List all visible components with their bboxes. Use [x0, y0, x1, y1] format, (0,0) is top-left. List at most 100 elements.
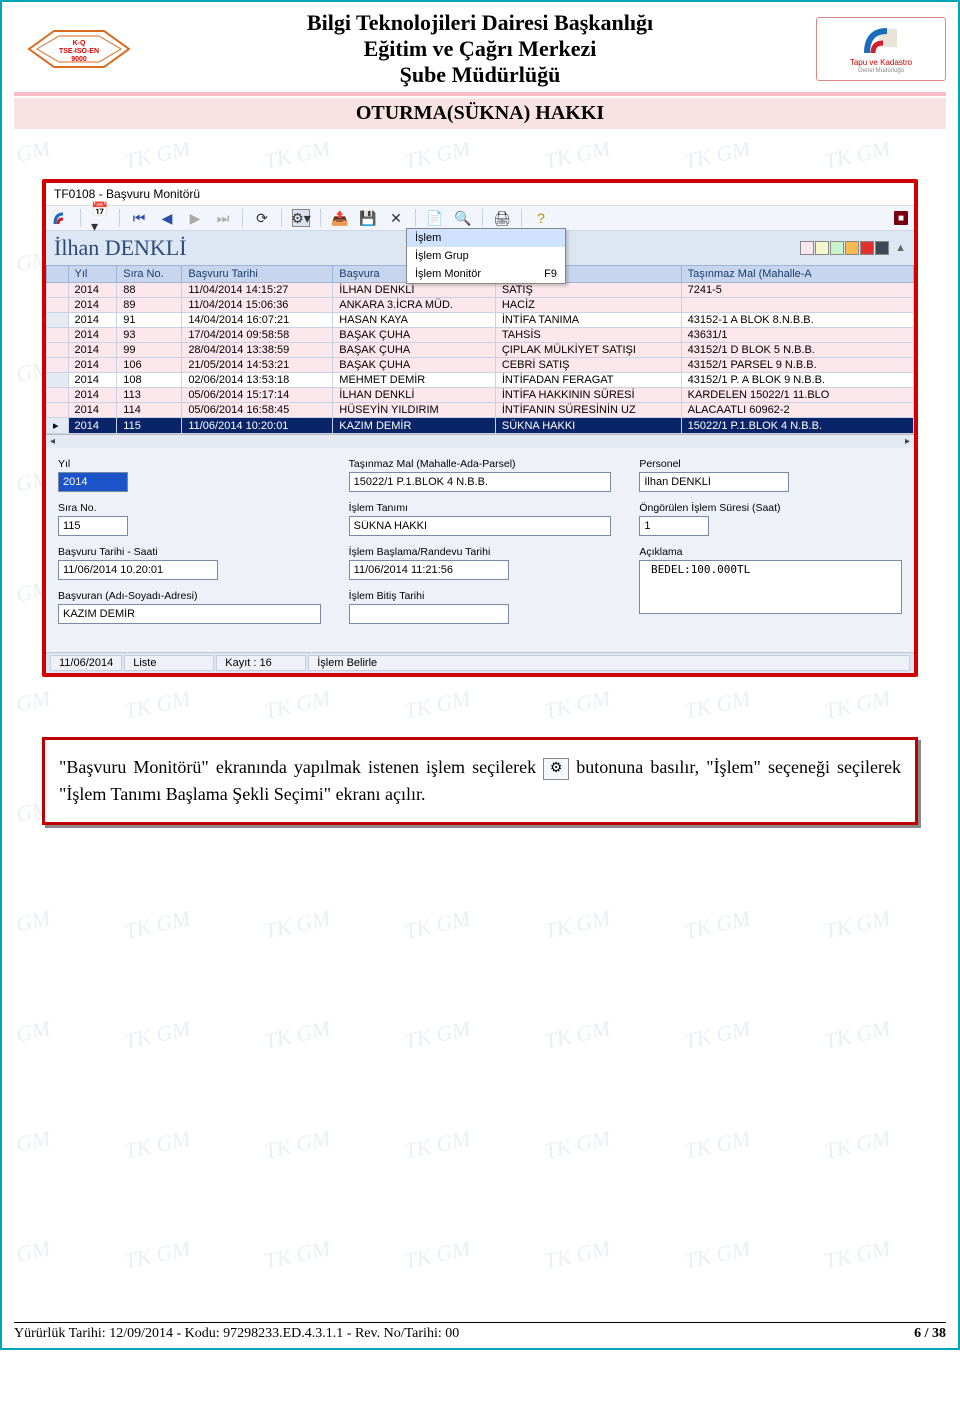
- palette-swatch[interactable]: [845, 241, 859, 255]
- sira-field[interactable]: [58, 516, 128, 536]
- cell-tarih: 14/04/2014 16:07:21: [182, 313, 333, 328]
- cell-basv: HÜSEYİN YILDIRIM: [333, 403, 496, 418]
- bitis-field[interactable]: [349, 604, 509, 624]
- table-row[interactable]: 20148911/04/2014 15:06:36ANKARA 3.İCRA M…: [47, 298, 914, 313]
- basvuran-label: Başvuran (Adı-Soyadı-Adresi): [58, 590, 321, 602]
- toolbar-sep: [119, 209, 120, 227]
- palette-swatch[interactable]: [815, 241, 829, 255]
- nav-prev-icon[interactable]: ◀: [158, 209, 176, 227]
- menu-item-islem[interactable]: İşlem: [407, 229, 565, 247]
- basv-tarih-field[interactable]: [58, 560, 218, 580]
- cell-mal: 7241-5: [681, 283, 913, 298]
- cell-tanim: ÇIPLAK MÜLKİYET SATIŞI: [495, 343, 681, 358]
- gear-icon[interactable]: ⚙▾: [292, 209, 310, 227]
- table-row[interactable]: 201411305/06/2014 15:17:14İLHAN DENKLİİN…: [47, 388, 914, 403]
- col-header[interactable]: Yıl: [68, 266, 117, 283]
- col-header[interactable]: Sıra No.: [117, 266, 182, 283]
- cell-mal: 43631/1: [681, 328, 913, 343]
- personel-field[interactable]: [639, 472, 789, 492]
- hscroll[interactable]: ◂▸: [46, 434, 914, 448]
- cell-tarih: 05/06/2014 15:17:14: [182, 388, 333, 403]
- cell-basv: ANKARA 3.İCRA MÜD.: [333, 298, 496, 313]
- page-header: K-Q TSE-ISO-EN 9000 Bilgi Teknolojileri …: [14, 10, 946, 96]
- personel-label: Personel: [639, 458, 902, 470]
- footer-left: Yürürlük Tarihi: 12/09/2014 - Kodu: 9729…: [14, 1326, 459, 1342]
- cell-yil: 2014: [68, 343, 117, 358]
- cell-tarih: 11/04/2014 15:06:36: [182, 298, 333, 313]
- col-header[interactable]: Başvuru Tarihi: [182, 266, 333, 283]
- palette-swatch[interactable]: [830, 241, 844, 255]
- cell-yil: 2014: [68, 328, 117, 343]
- cell-yil: 2014: [68, 403, 117, 418]
- nav-last-icon[interactable]: ⏭: [214, 209, 232, 227]
- table-row[interactable]: 201410621/05/2014 14:53:21BAŞAK ÇUHACEBR…: [47, 358, 914, 373]
- toolbar: 📅▾ ⏮ ◀ ▶ ⏭ ⟳ ⚙▾ 📤 💾 ✕ 📄 🔍 🖨: [46, 206, 914, 231]
- cell-basv: BAŞAK ÇUHA: [333, 358, 496, 373]
- refresh-icon[interactable]: ⟳: [253, 209, 271, 227]
- sure-field[interactable]: [639, 516, 709, 536]
- cell-tarih: 28/04/2014 13:38:59: [182, 343, 333, 358]
- doc-icon[interactable]: 📄: [426, 209, 444, 227]
- page-footer: Yürürlük Tarihi: 12/09/2014 - Kodu: 9729…: [14, 1322, 946, 1342]
- status-bar: 11/06/2014 Liste Kayıt : 16 İşlem Belirl…: [46, 652, 914, 673]
- cell-sira: 114: [117, 403, 182, 418]
- cell-tarih: 11/04/2014 14:15:27: [182, 283, 333, 298]
- help-icon[interactable]: ?: [532, 209, 550, 227]
- table-row[interactable]: 20149928/04/2014 13:38:59BAŞAK ÇUHAÇIPLA…: [47, 343, 914, 358]
- close-tool-icon[interactable]: ■: [894, 211, 908, 225]
- cell-yil: 2014: [68, 373, 117, 388]
- export-icon[interactable]: 📤: [331, 209, 349, 227]
- cell-sira: 88: [117, 283, 182, 298]
- cell-tarih: 17/04/2014 09:58:58: [182, 328, 333, 343]
- cell-tanim: SÜKNA HAKKI: [495, 418, 681, 434]
- cell-basv: BAŞAK ÇUHA: [333, 328, 496, 343]
- aciklama-label: Açıklama: [639, 546, 902, 558]
- table-row[interactable]: 20149317/04/2014 09:58:58BAŞAK ÇUHATAHSİ…: [47, 328, 914, 343]
- save-icon[interactable]: 💾: [359, 209, 377, 227]
- cell-tanim: İNTİFA HAKKININ SÜRESİ: [495, 388, 681, 403]
- nav-next-icon[interactable]: ▶: [186, 209, 204, 227]
- yil-field[interactable]: [58, 472, 128, 492]
- col-header[interactable]: Taşınmaz Mal (Mahalle-A: [681, 266, 913, 283]
- app-icon: [52, 209, 70, 227]
- mal-field[interactable]: [349, 472, 612, 492]
- palette-swatch[interactable]: [860, 241, 874, 255]
- cell-yil: 2014: [68, 283, 117, 298]
- cell-tarih: 02/06/2014 13:53:18: [182, 373, 333, 388]
- palette-swatch[interactable]: [875, 241, 889, 255]
- svg-text:9000: 9000: [71, 56, 87, 63]
- table-row[interactable]: ▸201411511/06/2014 10:20:01KAZIM DEMİRSÜ…: [47, 418, 914, 434]
- data-grid[interactable]: YılSıra No.Başvuru TarihiBaşvuraşlem Tan…: [46, 265, 914, 434]
- basvuran-field[interactable]: [58, 604, 321, 624]
- ribbon-title: OTURMA(SÜKNA) HAKKI: [14, 98, 946, 129]
- search-icon[interactable]: 🔍: [454, 209, 472, 227]
- cell-sira: 108: [117, 373, 182, 388]
- cell-sira: 113: [117, 388, 182, 403]
- table-row[interactable]: 20149114/04/2014 16:07:21HASAN KAYAİNTİF…: [47, 313, 914, 328]
- calendar-icon[interactable]: 📅▾: [91, 209, 109, 227]
- delete-icon[interactable]: ✕: [387, 209, 405, 227]
- aciklama-field[interactable]: [639, 560, 902, 614]
- table-row[interactable]: 20148811/04/2014 14:15:27İLHAN DENKLİSAT…: [47, 283, 914, 298]
- table-row[interactable]: 201410802/06/2014 13:53:18MEHMET DEMİRİN…: [47, 373, 914, 388]
- status-action: İşlem Belirle: [308, 655, 910, 671]
- cell-mal: 43152/1 PARSEL 9 N.B.B.: [681, 358, 913, 373]
- palette-swatch[interactable]: [800, 241, 814, 255]
- menu-item-islem-grup[interactable]: İşlem Grup: [407, 247, 565, 265]
- toolbar-sep: [320, 209, 321, 227]
- print-icon[interactable]: 🖨: [493, 209, 511, 227]
- table-row[interactable]: 201411405/06/2014 16:58:45HÜSEYİN YILDIR…: [47, 403, 914, 418]
- cell-basv: KAZIM DEMİR: [333, 418, 496, 434]
- menu-item-islem-monitor[interactable]: İşlem MonitörF9: [407, 265, 565, 283]
- nav-first-icon[interactable]: ⏮: [130, 209, 148, 227]
- svg-text:K-Q: K-Q: [73, 40, 86, 47]
- cell-tanim: SATIŞ: [495, 283, 681, 298]
- cell-tarih: 05/06/2014 16:58:45: [182, 403, 333, 418]
- detail-form: Yıl Taşınmaz Mal (Mahalle-Ada-Parsel) Pe…: [46, 448, 914, 652]
- instruction-note: "Başvuru Monitörü" ekranında yapılmak is…: [42, 737, 918, 825]
- cell-mal: ALACAATLI 60962-2: [681, 403, 913, 418]
- randevu-field[interactable]: [349, 560, 509, 580]
- toolbar-sep: [80, 209, 81, 227]
- tanim-field[interactable]: [349, 516, 612, 536]
- scroll-up-icon[interactable]: ▲: [895, 242, 906, 254]
